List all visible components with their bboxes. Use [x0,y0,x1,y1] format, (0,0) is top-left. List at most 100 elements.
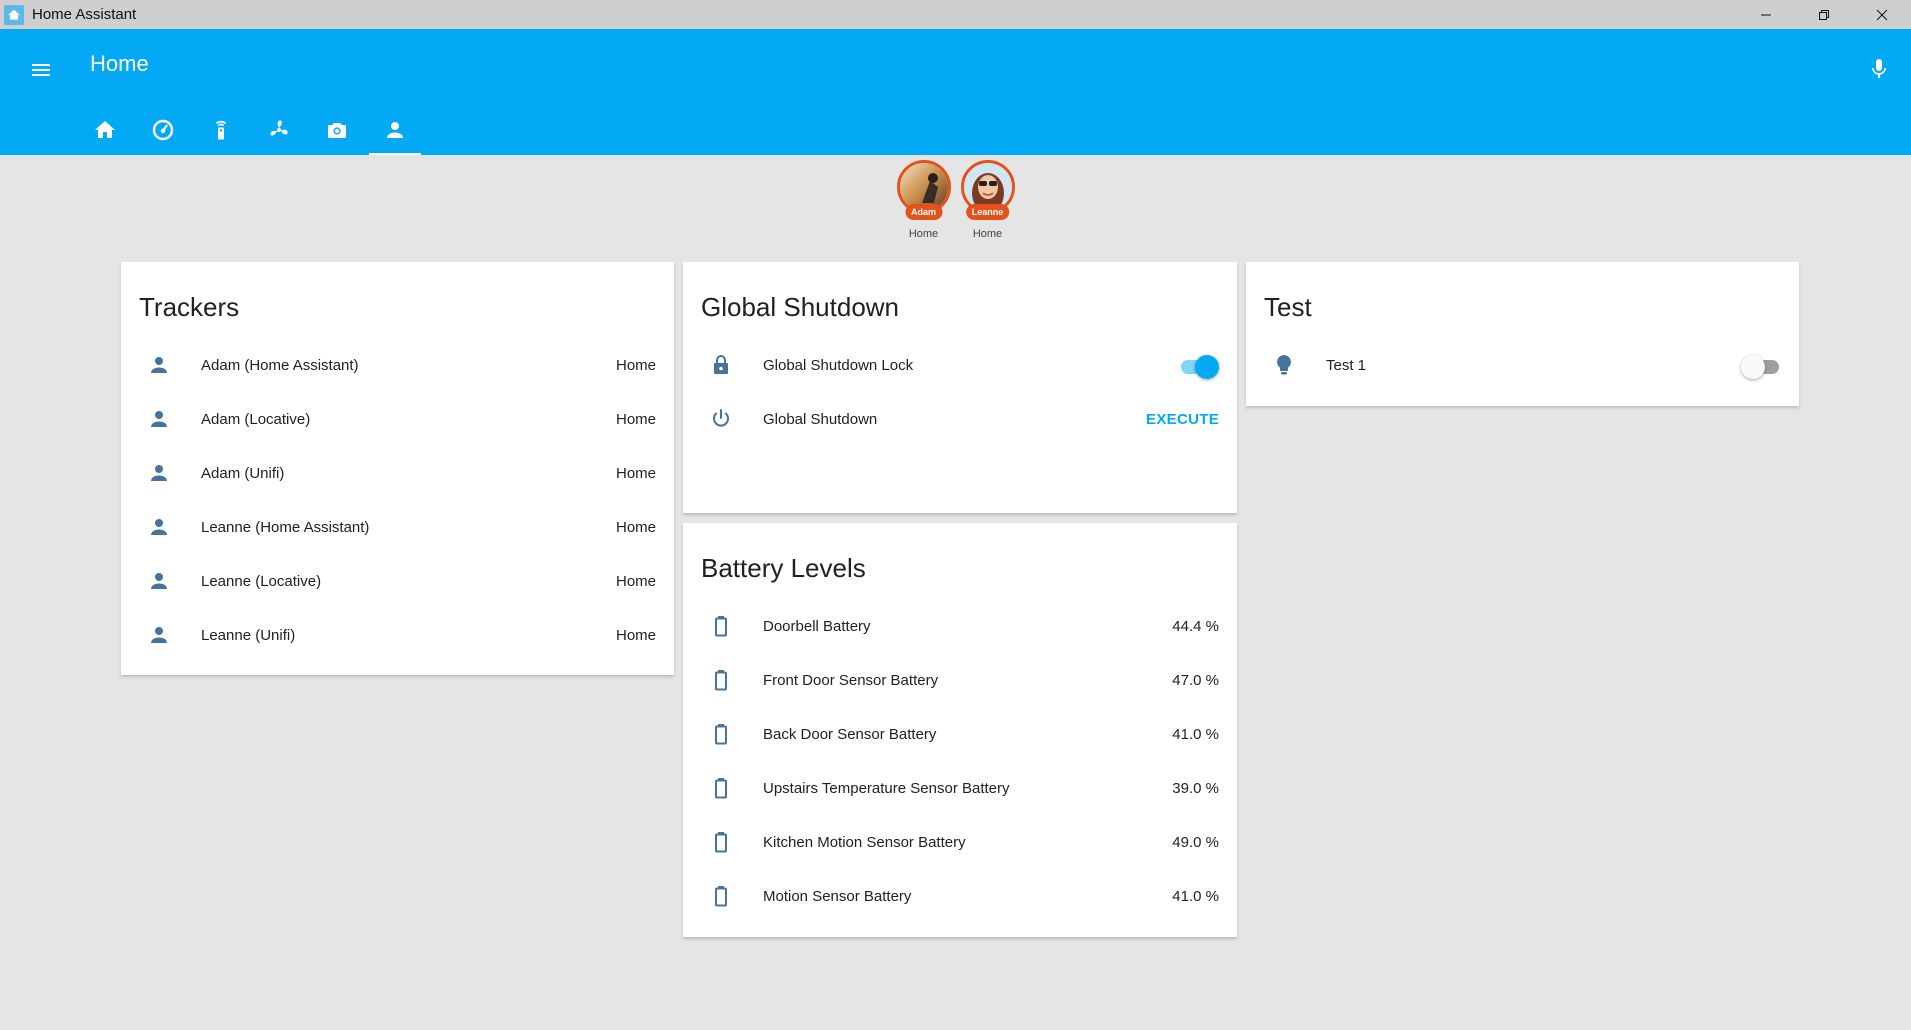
close-button[interactable] [1853,0,1911,29]
card-title: Trackers [139,292,240,322]
battery-icon [707,666,735,694]
tab-people[interactable] [366,105,424,155]
account-icon [145,405,173,433]
shutdown-lock-row: Global Shutdown Lock [683,338,1237,392]
battery-label: Upstairs Temperature Sensor Battery [763,779,1010,797]
battery-icon [707,882,735,910]
battery-row[interactable]: Front Door Sensor Battery 47.0 % [683,653,1237,707]
speedometer-icon [152,119,174,141]
app-header: Home [0,29,1911,155]
tracker-state: Home [615,410,656,428]
tab-speedometer[interactable] [134,105,192,155]
voice-command-button[interactable] [1861,51,1897,87]
test-switch-row: Test 1 [1246,338,1799,392]
restore-button[interactable] [1795,0,1853,29]
tracker-state: Home [615,572,656,590]
battery-icon [707,828,735,856]
power-icon [707,405,735,433]
tracker-state: Home [615,464,656,482]
window-titlebar: Home Assistant [0,0,1911,29]
battery-label: Doorbell Battery [763,617,871,635]
tracker-row[interactable]: Leanne (Unifi) Home [121,608,674,662]
test-card: Test Test 1 [1246,262,1799,406]
battery-value: 39.0 % [1172,779,1219,797]
toggle-thumb [1741,355,1765,379]
battery-row[interactable]: Back Door Sensor Battery 41.0 % [683,707,1237,761]
shutdown-script-row: Global Shutdown EXECUTE [683,392,1237,446]
account-icon [145,351,173,379]
home-icon [95,121,115,138]
account-icon [145,621,173,649]
tracker-label: Leanne (Locative) [201,572,322,590]
fan-icon [270,120,288,136]
tracker-row[interactable]: Adam (Home Assistant) Home [121,338,674,392]
tracker-label: Adam (Home Assistant) [201,356,359,374]
account-icon [387,122,403,138]
battery-value: 47.0 % [1172,671,1219,689]
battery-row[interactable]: Doorbell Battery 44.4 % [683,599,1237,653]
battery-label: Kitchen Motion Sensor Battery [763,833,966,851]
tracker-row[interactable]: Leanne (Locative) Home [121,554,674,608]
badge-state: Home [908,228,939,240]
battery-levels-card: Battery Levels Doorbell Battery 44.4 % F… [683,523,1237,937]
account-icon [145,513,173,541]
page-title: Home [90,51,149,76]
lightbulb-icon [1270,351,1298,379]
shutdown-lock-label: Global Shutdown Lock [763,356,914,374]
tab-fan[interactable] [250,105,308,155]
tracker-row[interactable]: Adam (Locative) Home [121,392,674,446]
shutdown-script-label: Global Shutdown [763,410,878,428]
window-title: Home Assistant [32,6,137,23]
card-title: Battery Levels [701,553,866,583]
battery-label: Back Door Sensor Battery [763,725,937,743]
tracker-label: Leanne (Home Assistant) [201,518,370,536]
restore-icon [1819,9,1829,20]
toggle-thumb [1195,355,1219,379]
minimize-icon [1761,14,1771,15]
tracker-state: Home [615,518,656,536]
account-icon [145,567,173,595]
view-tabs [76,105,424,155]
menu-button[interactable] [26,55,56,85]
battery-value: 49.0 % [1172,833,1219,851]
battery-icon [707,720,735,748]
badge-state: Home [972,228,1003,240]
tracker-row[interactable]: Leanne (Home Assistant) Home [121,500,674,554]
badge-label: Leanne [965,204,1010,220]
tab-home[interactable] [76,105,134,155]
badge-adam[interactable]: Adam Home [896,160,951,240]
battery-icon [707,612,735,640]
execute-button[interactable]: EXECUTE [1146,411,1219,428]
test-switch-label: Test 1 [1326,356,1367,374]
battery-label: Motion Sensor Battery [763,887,912,905]
test-switch-toggle[interactable] [1741,351,1781,379]
tracker-state: Home [615,356,656,374]
global-shutdown-card: Global Shutdown Global Shutdown Lock Glo… [683,262,1237,513]
close-icon [1876,9,1888,20]
tracker-state: Home [615,626,656,644]
tracker-label: Adam (Unifi) [201,464,285,482]
battery-value: 44.4 % [1172,617,1219,635]
tracker-row[interactable]: Adam (Unifi) Home [121,446,674,500]
hamburger-menu-icon [32,64,50,76]
battery-value: 41.0 % [1172,725,1219,743]
tab-remote[interactable] [192,105,250,155]
microphone-icon [1872,59,1886,78]
badge-leanne[interactable]: Leanne Home [960,160,1015,240]
battery-row[interactable]: Kitchen Motion Sensor Battery 49.0 % [683,815,1237,869]
minimize-button[interactable] [1737,0,1795,29]
tab-camera[interactable] [308,105,366,155]
badge-label: Adam [904,204,943,220]
avatar: Leanne [960,160,1015,220]
card-title: Global Shutdown [701,292,900,322]
camera-icon [328,123,346,138]
shutdown-lock-toggle[interactable] [1179,351,1219,379]
battery-row[interactable]: Motion Sensor Battery 41.0 % [683,869,1237,923]
home-assistant-logo-icon [4,4,24,25]
tracker-label: Leanne (Unifi) [201,626,296,644]
remote-icon [215,120,227,140]
battery-row[interactable]: Upstairs Temperature Sensor Battery 39.0… [683,761,1237,815]
battery-icon [707,774,735,802]
tracker-label: Adam (Locative) [201,410,311,428]
account-icon [145,459,173,487]
